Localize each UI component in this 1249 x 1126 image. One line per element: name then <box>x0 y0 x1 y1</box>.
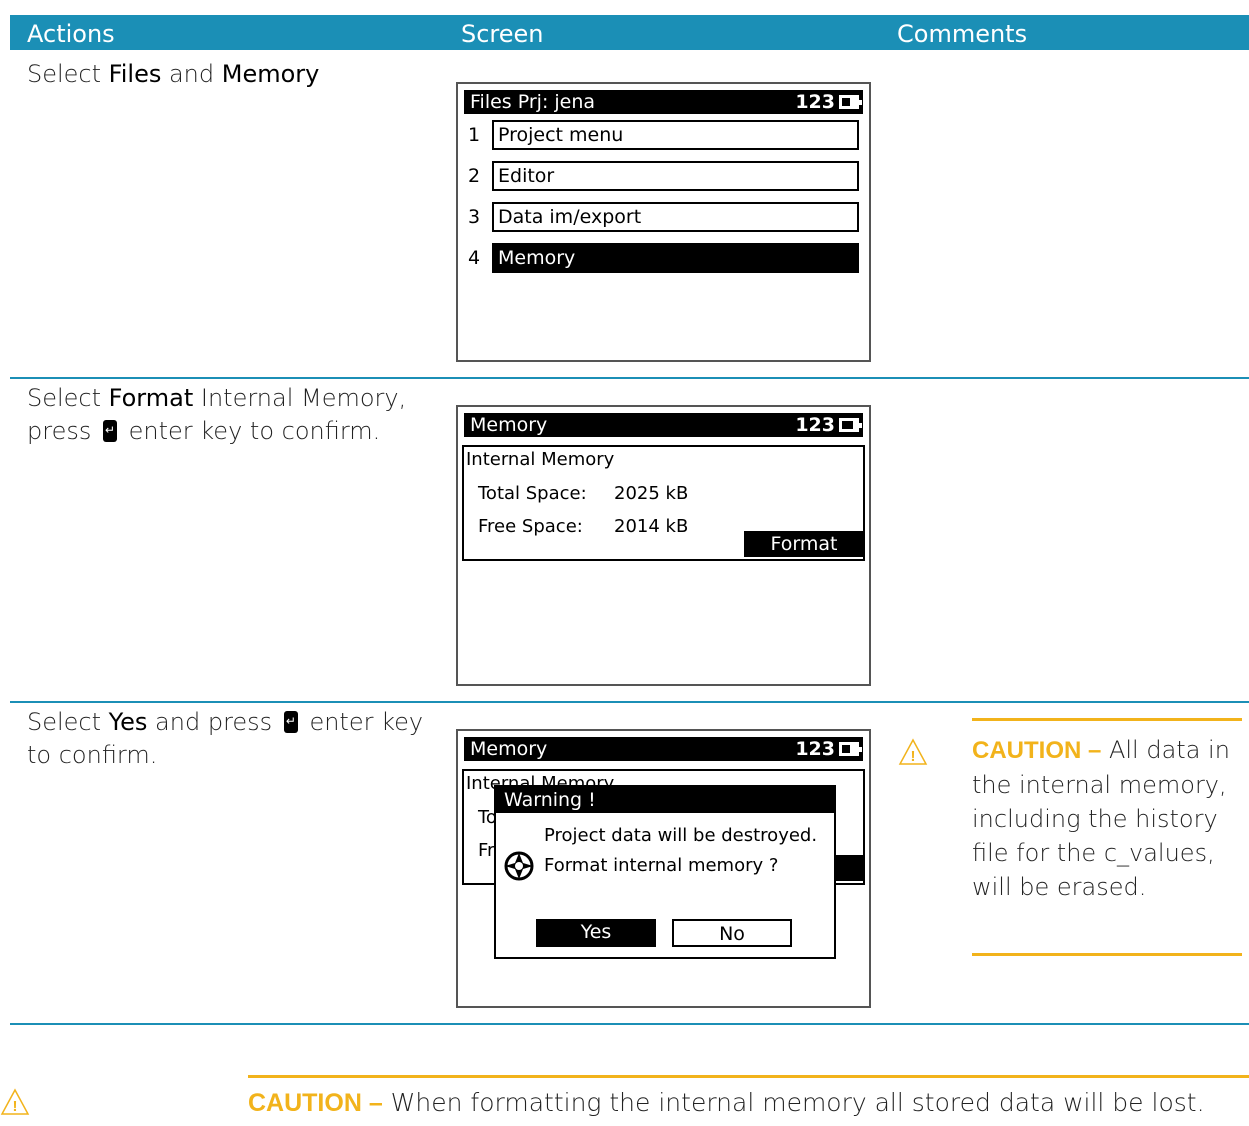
battery-icon <box>839 742 862 756</box>
menu-item-label: Editor <box>492 161 859 191</box>
header-comments: Comments <box>897 20 1028 48</box>
enter-key-icon <box>102 420 117 442</box>
caution-note-side: CAUTION – All data in the internal memor… <box>972 718 1242 956</box>
screen-title: Files Prj: jena <box>470 91 596 113</box>
caution-label: CAUTION – <box>248 1089 383 1117</box>
screen-titlebar: Memory 123 <box>464 413 863 437</box>
menu-item-number: 3 <box>468 206 481 228</box>
caution-body: When formatting the internal memory all … <box>382 1088 1205 1117</box>
status-indicator: 123 <box>795 414 835 436</box>
trimble-logo-icon <box>504 851 534 881</box>
menu-item-editor[interactable]: 2 Editor <box>468 161 859 191</box>
warning-dialog: Warning ! Project data will be destroyed… <box>494 785 836 959</box>
caution-note-text: CAUTION – All data in the internal memor… <box>972 733 1242 904</box>
no-button[interactable]: No <box>672 919 792 947</box>
dialog-title: Warning ! <box>496 787 834 813</box>
free-space-label: Fr <box>478 840 495 861</box>
panel-title: Internal Memory <box>466 449 615 470</box>
battery-icon <box>839 418 862 432</box>
caution-label: CAUTION – <box>972 737 1102 764</box>
screen-format-warning: Memory 123 Internal Memory To Fr Warning… <box>456 729 871 1008</box>
menu-item-data-export[interactable]: 3 Data im/export <box>468 202 859 232</box>
menu-item-label: Project menu <box>492 120 859 150</box>
row-divider <box>10 1023 1249 1025</box>
yes-button[interactable]: Yes <box>536 919 656 947</box>
svg-text:!: ! <box>13 1098 18 1115</box>
menu-item-memory[interactable]: 4 Memory <box>468 243 859 273</box>
warning-triangle-icon: ! <box>898 738 928 765</box>
battery-icon <box>839 95 862 109</box>
status-indicator: 123 <box>795 738 835 760</box>
menu-item-number: 2 <box>468 165 481 187</box>
screen-memory: Memory 123 Internal Memory Total Space: … <box>456 405 871 686</box>
screen-titlebar: Files Prj: jena 123 <box>464 90 863 114</box>
row-divider <box>10 377 1249 379</box>
step1-action: Select Files and Memory <box>27 60 320 88</box>
svg-text:!: ! <box>911 748 916 765</box>
dialog-message-line2: Format internal memory ? <box>544 855 779 876</box>
warning-triangle-icon: ! <box>0 1088 30 1115</box>
screen-title: Memory <box>470 414 548 436</box>
free-space-value: 2014 kB <box>614 516 689 537</box>
screen-title: Memory <box>470 738 548 760</box>
caution-note-text: CAUTION – When formatting the internal m… <box>248 1088 1205 1118</box>
menu-item-project[interactable]: 1 Project menu <box>468 120 859 150</box>
total-space-value: 2025 kB <box>614 483 689 504</box>
menu-item-number: 4 <box>468 247 481 269</box>
free-space-label: Free Space: <box>478 516 583 537</box>
table-header: Actions Screen Comments <box>10 15 1249 50</box>
screen-files-menu: Files Prj: jena 123 1 Project menu 2 Edi… <box>456 82 871 362</box>
step2-action: Select Format Internal Memory,press ente… <box>27 382 406 448</box>
enter-key-icon <box>283 711 298 733</box>
header-actions: Actions <box>27 20 115 48</box>
status-indicator: 123 <box>795 91 835 113</box>
screen-titlebar: Memory 123 <box>464 737 863 761</box>
internal-memory-panel: Internal Memory Total Space: 2025 kB Fre… <box>462 445 865 561</box>
step3-action: Select Yes and press enter keyto confirm… <box>27 706 423 772</box>
row-divider <box>10 701 1249 703</box>
menu-item-label: Data im/export <box>492 202 859 232</box>
caution-note-bottom: CAUTION – When formatting the internal m… <box>248 1075 1249 1117</box>
format-button[interactable]: Format <box>744 531 864 557</box>
menu-item-label: Memory <box>492 243 859 273</box>
menu-item-number: 1 <box>468 124 481 146</box>
total-space-label: Total Space: <box>478 483 587 504</box>
header-screen: Screen <box>461 20 544 48</box>
dialog-message-line1: Project data will be destroyed. <box>544 825 818 846</box>
